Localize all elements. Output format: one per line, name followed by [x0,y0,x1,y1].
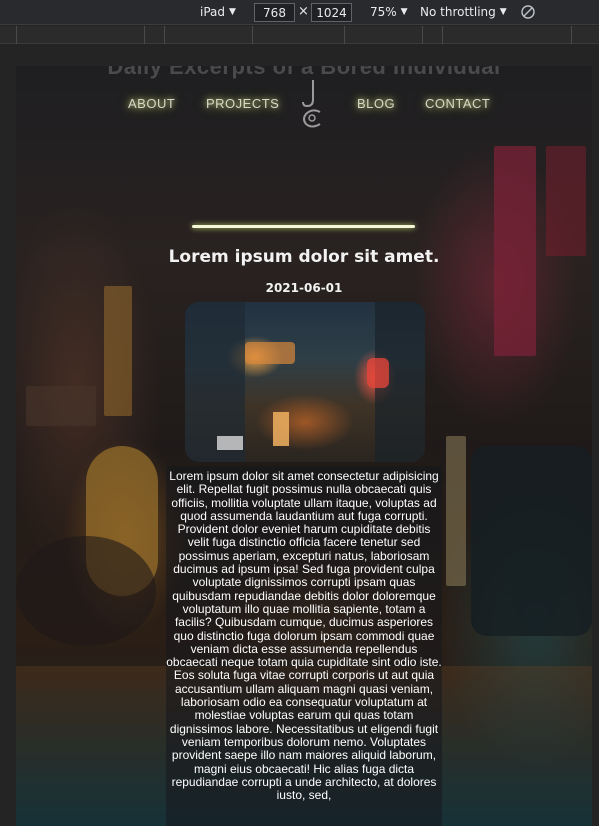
nav-contact[interactable]: CONTACT [425,96,490,111]
image-light [273,412,289,446]
zoom-select[interactable]: 75% ▼ [370,4,408,21]
post-image [185,302,425,462]
ruler-segment[interactable] [164,26,252,44]
device-viewport: Daily Excerpts of a Bored Individual ABO… [16,66,592,826]
ruler-segment[interactable] [252,26,344,44]
media-query-ruler [0,26,599,44]
zoom-select-label: 75% [370,5,397,19]
device-select[interactable]: iPad ▼ [200,4,236,21]
post-date: 2021-06-01 [265,281,343,295]
site-logo[interactable] [300,78,324,128]
throttling-select-label: No throttling [420,5,496,19]
ruler-segment[interactable] [571,26,599,44]
chevron-down-icon: ▼ [400,7,408,17]
title-divider [192,225,415,228]
ruler-segment[interactable] [0,26,16,44]
ruler-segment[interactable] [422,26,442,44]
ruler-segment[interactable] [344,26,422,44]
device-select-label: iPad [200,5,226,19]
nav-blog[interactable]: BLOG [357,96,395,111]
image-lantern [367,358,389,388]
viewport-height-input[interactable] [311,3,352,22]
devtools-device-toolbar: iPad ▼ × 75% ▼ No throttling ▼ [0,0,599,25]
image-caption-label [217,436,243,450]
rotate-icon[interactable] [520,4,536,20]
post-body: Lorem ipsum dolor sit amet consectetur a… [166,469,442,803]
nav-about[interactable]: ABOUT [128,96,175,111]
ruler-segment[interactable] [16,26,144,44]
ruler-segment[interactable] [442,26,571,44]
viewport-width-input[interactable] [254,3,295,22]
chevron-down-icon: ▼ [499,7,507,17]
nav-projects[interactable]: PROJECTS [206,96,279,111]
ruler-segment[interactable] [144,26,164,44]
image-lantern [245,342,295,364]
throttling-select[interactable]: No throttling ▼ [420,4,507,21]
dimension-separator: × [298,4,309,19]
chevron-down-icon: ▼ [229,7,236,17]
post-title: Lorem ipsum dolor sit amet. [168,247,440,267]
